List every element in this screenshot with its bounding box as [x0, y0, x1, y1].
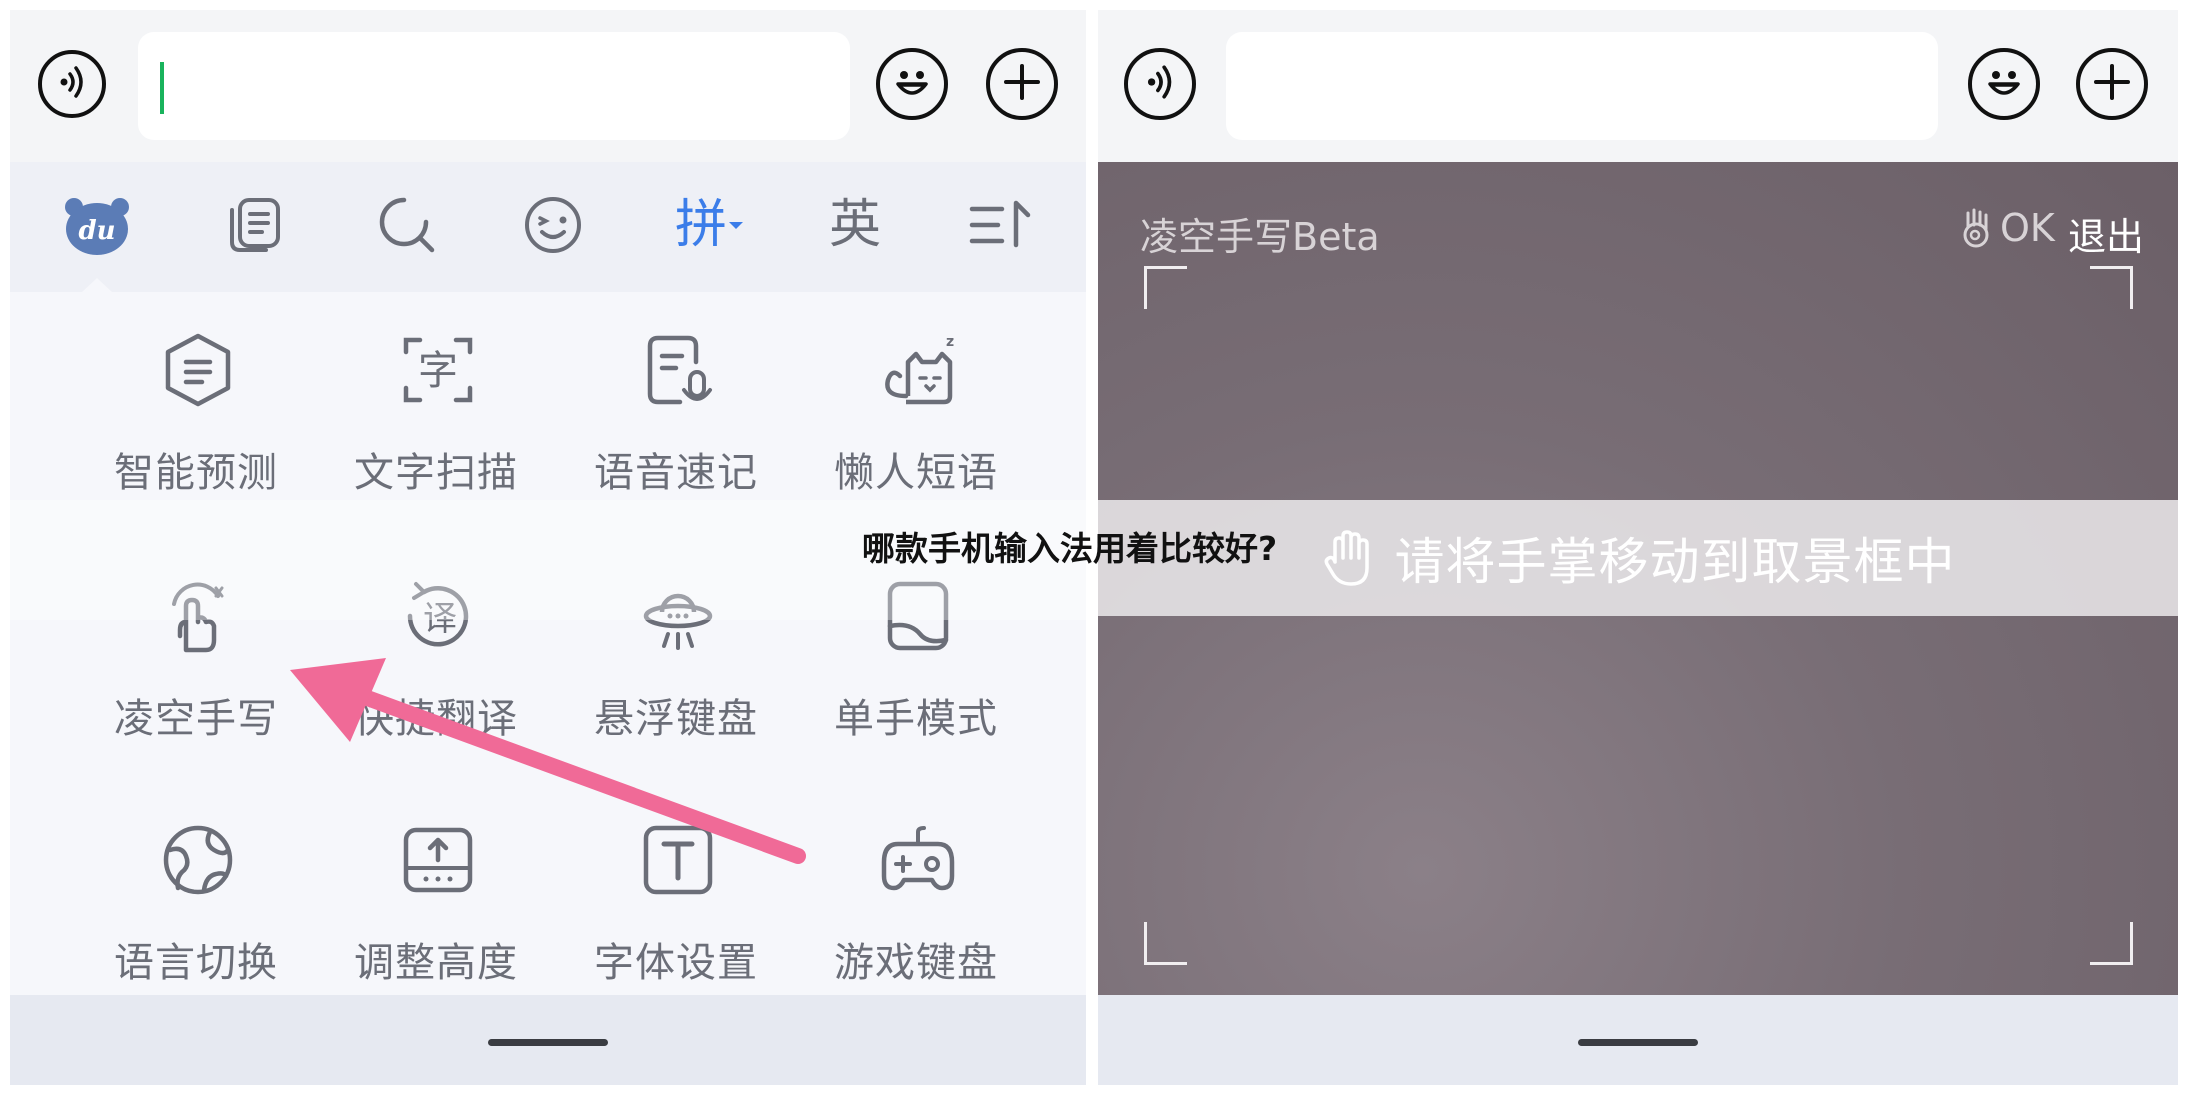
grid-label: 游戏键盘	[834, 940, 998, 986]
emoji-icon	[888, 58, 936, 110]
adjust-height-icon	[403, 827, 473, 893]
palm-icon	[1324, 530, 1369, 586]
list-sort-icon	[969, 200, 1031, 248]
frame-corner-top-right	[2090, 266, 2133, 309]
grid-item-font-settings[interactable]: 字体设置	[556, 822, 796, 992]
camera-viewfinder: 凌空手写Beta OK 退出 请将手掌移动到取景框中	[1098, 162, 2178, 995]
frame-corner-top-left	[1144, 266, 1187, 309]
frame-corner-bottom-left	[1144, 922, 1187, 965]
message-input[interactable]	[1226, 32, 1938, 140]
input-bar	[1098, 10, 2178, 162]
emoji-button[interactable]	[1968, 48, 2040, 120]
wink-icon	[525, 197, 581, 253]
text-scan-icon: 字	[403, 337, 473, 403]
grid-item-smart-predict[interactable]: 智能预测	[76, 332, 316, 502]
grid-label: 快捷翻译	[354, 696, 518, 742]
lazy-cat-icon: z	[885, 334, 954, 405]
clipboard-button[interactable]	[220, 190, 290, 260]
svg-text:z: z	[946, 334, 954, 350]
grid-item-adjust-height[interactable]: 调整高度	[316, 822, 556, 992]
grid-label: 文字扫描	[354, 450, 518, 496]
emoji-button[interactable]	[876, 48, 948, 120]
english-mode-button[interactable]: 英	[810, 190, 900, 260]
globe-icon	[163, 825, 233, 895]
grid-item-voice-note[interactable]: 语音速记	[556, 332, 796, 502]
grid-label: 悬浮键盘	[594, 696, 758, 742]
predict-icon	[165, 333, 231, 407]
du-logo-button[interactable]: du	[62, 190, 132, 260]
grid-label: 单手模式	[834, 696, 998, 742]
grid-label: 懒人短语	[834, 450, 998, 496]
search-button[interactable]	[372, 190, 442, 260]
message-input[interactable]	[138, 32, 850, 140]
feature-grid: 智能预测 字 文字扫描 语音速记 z 懒人短语 凌空手写 译 快捷翻译 悬浮键盘…	[10, 292, 1086, 995]
text-cursor	[160, 62, 164, 114]
plus-button[interactable]	[2076, 48, 2148, 120]
pinyin-label: 拼	[674, 195, 727, 255]
voice-note-icon	[647, 335, 712, 405]
grid-item-text-scan[interactable]: 字 文字扫描	[316, 332, 556, 502]
ok-label: OK	[2000, 206, 2055, 250]
grid-label: 调整高度	[354, 940, 518, 986]
english-label: 英	[828, 195, 881, 255]
pointer-notch	[82, 278, 112, 292]
frame-corner-bottom-right	[2090, 922, 2133, 965]
svg-text:字: 字	[418, 348, 458, 394]
menu-button[interactable]	[966, 190, 1036, 260]
emoji-icon	[1980, 58, 2028, 110]
gamepad-icon	[881, 826, 955, 891]
voice-icon	[1139, 61, 1181, 107]
palm-hint-text: 请将手掌移动到取景框中	[1394, 533, 1956, 591]
logo-text: du	[78, 216, 115, 246]
grid-label: 语言切换	[114, 940, 278, 986]
plus-icon	[1000, 60, 1044, 108]
bear-logo-icon: du	[65, 198, 129, 255]
input-bar	[10, 10, 1086, 162]
camera-title: 凌空手写Beta	[1140, 215, 1380, 259]
voice-button[interactable]	[38, 50, 106, 118]
sticker-button[interactable]	[518, 190, 588, 260]
home-indicator[interactable]	[488, 1039, 608, 1046]
font-icon	[643, 825, 713, 895]
home-indicator[interactable]	[1578, 1039, 1698, 1046]
search-icon	[379, 197, 435, 253]
plus-button[interactable]	[986, 48, 1058, 120]
ok-hand-icon	[1963, 208, 1989, 248]
grid-item-language-switch[interactable]: 语言切换	[76, 822, 316, 992]
chevron-down-icon	[729, 222, 743, 229]
grid-item-lazy-phrase[interactable]: z 懒人短语	[796, 332, 1036, 502]
ok-gesture-button[interactable]: OK	[1958, 206, 2055, 250]
exit-button[interactable]: 退出	[2068, 206, 2144, 261]
keyboard-toolbar: du 拼 英	[10, 162, 1086, 292]
plus-icon	[2090, 60, 2134, 108]
voice-button[interactable]	[1124, 48, 1196, 120]
grid-label: 智能预测	[114, 450, 278, 496]
bottom-bar	[1098, 995, 2178, 1085]
clipboard-icon	[230, 198, 280, 252]
grid-item-game-keyboard[interactable]: 游戏键盘	[796, 822, 1036, 992]
bottom-bar	[10, 995, 1086, 1085]
grid-label: 语音速记	[594, 450, 758, 496]
overlay-title: 哪款手机输入法用着比较好?	[862, 529, 1278, 568]
pinyin-mode-button[interactable]: 拼	[660, 190, 760, 260]
grid-label: 字体设置	[594, 940, 758, 986]
voice-icon	[52, 62, 92, 106]
grid-label: 凌空手写	[114, 696, 278, 742]
